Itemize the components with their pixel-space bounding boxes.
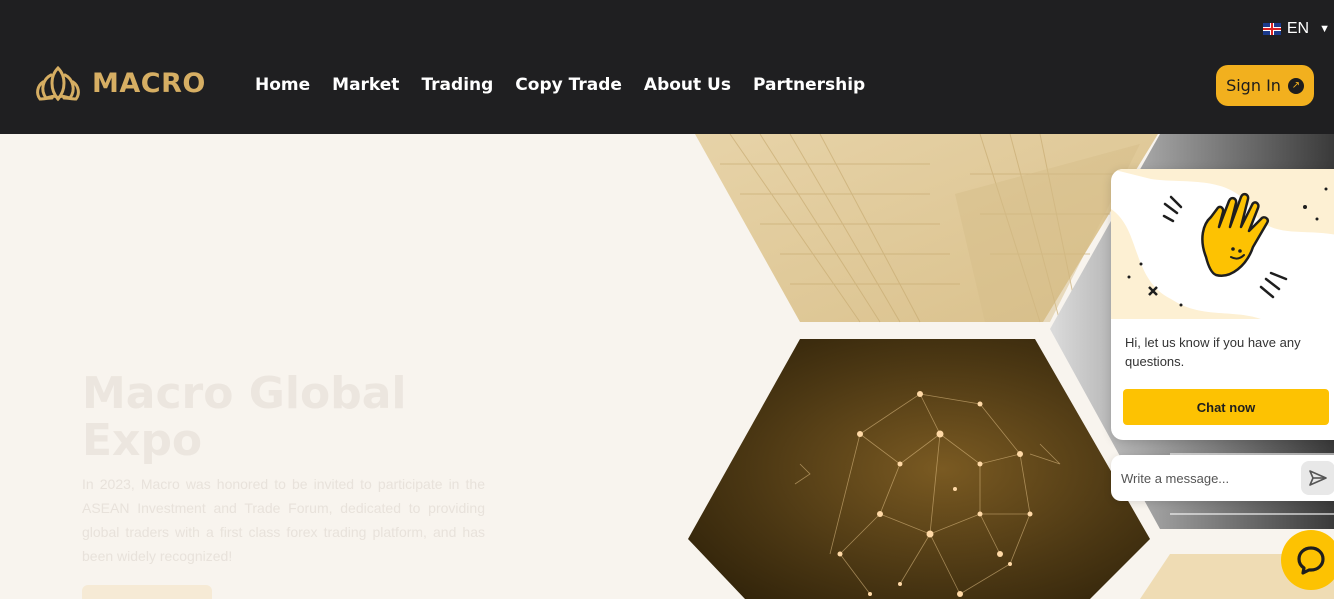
nav-partnership[interactable]: Partnership	[753, 75, 865, 95]
brand-logo[interactable]: MACRO	[34, 64, 206, 102]
sign-in-label: Sign In	[1226, 76, 1281, 95]
send-icon	[1309, 470, 1327, 486]
nav-about-us[interactable]: About Us	[644, 75, 731, 95]
site-header: EN ▼ MACRO Home Market Trading Copy Trad…	[0, 0, 1334, 134]
uk-flag-icon	[1262, 23, 1281, 35]
arrow-up-right-icon: ↗	[1287, 77, 1304, 94]
send-button[interactable]	[1301, 461, 1334, 495]
chat-popup: Hi, let us know if you have any question…	[1111, 169, 1334, 440]
sign-in-button[interactable]: Sign In ↗	[1216, 65, 1314, 106]
hero-title: Macro Global Expo	[82, 368, 407, 466]
waving-hand-icon	[1201, 192, 1269, 277]
nav-trading[interactable]: Trading	[421, 75, 493, 95]
language-selector[interactable]: EN ▼	[1262, 20, 1330, 38]
chat-now-button[interactable]: Chat now	[1123, 389, 1329, 425]
language-label: EN	[1286, 20, 1310, 37]
chevron-down-icon: ▼	[1319, 23, 1330, 35]
chat-message-input[interactable]	[1121, 465, 1296, 491]
chat-bubble-icon	[1297, 546, 1325, 575]
waving-hand-illustration	[1111, 169, 1334, 319]
hero-description: In 2023, Macro was honored to be invited…	[82, 476, 485, 564]
chat-message-bar	[1111, 455, 1334, 501]
hero-cta-button[interactable]	[82, 585, 212, 599]
nav-copy-trade[interactable]: Copy Trade	[515, 75, 622, 95]
brand-name: MACRO	[92, 67, 206, 99]
chat-launcher-button[interactable]	[1281, 530, 1334, 590]
nav-home[interactable]: Home	[255, 75, 310, 95]
nav-market[interactable]: Market	[332, 75, 399, 95]
chat-greeting: Hi, let us know if you have any question…	[1125, 335, 1301, 369]
lotus-logo-icon	[36, 65, 80, 102]
main-nav: Home Market Trading Copy Trade About Us …	[255, 75, 865, 95]
